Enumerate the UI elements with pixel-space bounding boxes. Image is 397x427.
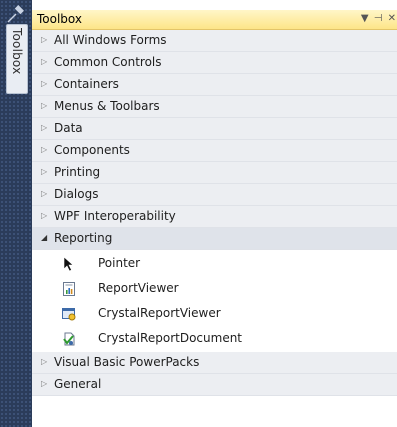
category-components[interactable]: ▷ Components (32, 140, 397, 162)
toolbox-content: ▷ All Windows Forms ▷ Common Controls ▷ … (32, 30, 397, 396)
toolbox-window: Toolbox ▼ ⊣ ✕ ▷ All Windows Forms ▷ Comm… (32, 10, 397, 427)
item-label: CrystalReportViewer (98, 306, 221, 320)
expand-arrow-icon: ▷ (41, 357, 48, 366)
expand-arrow-icon: ▷ (41, 167, 48, 176)
category-visual-basic-powerpacks[interactable]: ▷ Visual Basic PowerPacks (32, 352, 397, 374)
expand-arrow-icon: ▷ (41, 145, 48, 154)
expand-arrow-icon: ▷ (41, 211, 48, 220)
category-label: All Windows Forms (54, 33, 167, 47)
category-label: Dialogs (54, 187, 99, 201)
toolbox-dock-tab-label: Toolbox (10, 28, 24, 75)
category-reporting[interactable]: ◢ Reporting (32, 228, 397, 250)
toolbox-item-pointer[interactable]: Pointer (32, 251, 397, 276)
category-data[interactable]: ▷ Data (32, 118, 397, 140)
category-label: Visual Basic PowerPacks (54, 355, 200, 369)
expand-arrow-icon: ▷ (41, 189, 48, 198)
category-label: Containers (54, 77, 119, 91)
crystal-report-document-icon (63, 332, 75, 346)
category-label: Common Controls (54, 55, 162, 69)
pointer-icon (63, 256, 74, 272)
toolbox-item-reportviewer[interactable]: ReportViewer (32, 276, 397, 301)
toolbox-item-crystalreportviewer[interactable]: CrystalReportViewer (32, 301, 397, 326)
item-label: Pointer (98, 256, 141, 270)
window-title: Toolbox (37, 12, 82, 26)
category-label: Reporting (54, 231, 113, 245)
item-label: CrystalReportDocument (98, 331, 243, 345)
category-general[interactable]: ▷ General (32, 374, 397, 396)
pin-icon[interactable] (4, 2, 28, 26)
expand-arrow-icon: ▷ (41, 379, 48, 388)
toolbox-titlebar[interactable]: Toolbox ▼ ⊣ ✕ (32, 10, 397, 30)
expand-arrow-icon: ▷ (41, 57, 48, 66)
reporting-items: Pointer ReportViewer CrystalReportViewer… (32, 250, 397, 352)
collapse-arrow-icon: ◢ (41, 233, 48, 242)
category-label: Printing (54, 165, 101, 179)
category-containers[interactable]: ▷ Containers (32, 74, 397, 96)
category-printing[interactable]: ▷ Printing (32, 162, 397, 184)
item-label: ReportViewer (98, 281, 179, 295)
category-common-controls[interactable]: ▷ Common Controls (32, 52, 397, 74)
category-label: Components (54, 143, 130, 157)
dock-strip: Toolbox (0, 0, 32, 427)
category-dialogs[interactable]: ▷ Dialogs (32, 184, 397, 206)
expand-arrow-icon: ▷ (41, 123, 48, 132)
window-controls[interactable]: ▼ ⊣ ✕ (361, 13, 397, 24)
category-all-windows-forms[interactable]: ▷ All Windows Forms (32, 30, 397, 52)
category-wpf-interoperability[interactable]: ▷ WPF Interoperability (32, 206, 397, 228)
category-label: Data (54, 121, 83, 135)
report-viewer-icon (63, 282, 75, 296)
crystal-report-viewer-icon (62, 308, 76, 321)
category-label: Menus & Toolbars (54, 99, 160, 113)
category-label: General (54, 377, 102, 391)
expand-arrow-icon: ▷ (41, 101, 48, 110)
expand-arrow-icon: ▷ (41, 79, 48, 88)
category-menus-toolbars[interactable]: ▷ Menus & Toolbars (32, 96, 397, 118)
expand-arrow-icon: ▷ (41, 35, 48, 44)
category-label: WPF Interoperability (54, 209, 176, 223)
toolbox-item-crystalreportdocument[interactable]: CrystalReportDocument (32, 326, 397, 351)
